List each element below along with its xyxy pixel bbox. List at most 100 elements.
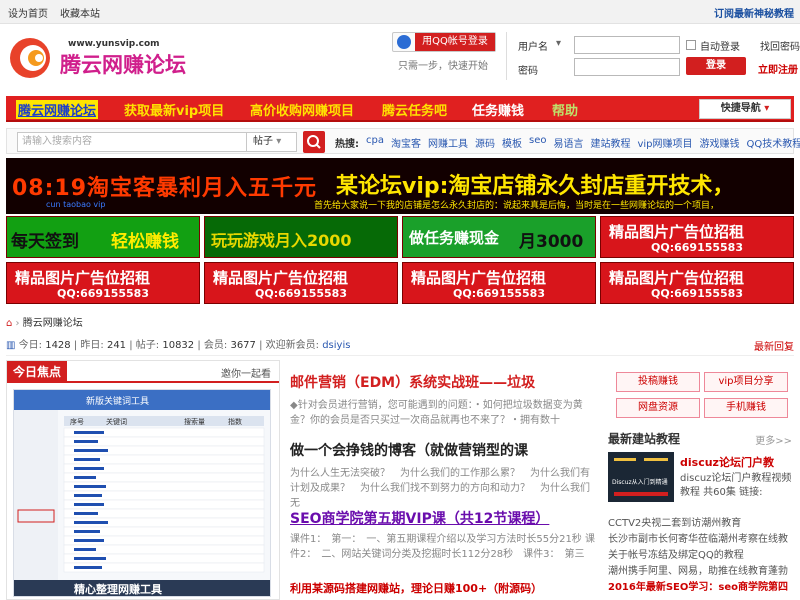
article-title[interactable]: 邮件营销（EDM）系统实战班——垃圾 [290,372,535,392]
find-password-link[interactable]: 找回密码 [760,38,800,53]
marquee-banner[interactable]: 08:19淘宝客暴利月入五千元 某论坛vip:淘宝店铺永久封店重开技术， cun… [6,158,794,214]
ad-recruit[interactable]: 精品图片广告位招租 QQ:669155583 [204,262,398,304]
nav-item-help[interactable]: 帮助 [552,100,578,119]
nav-item-home[interactable]: 腾云网赚论坛 [16,100,99,119]
svg-text:关键词: 关键词 [106,417,127,426]
mobile-earn-button[interactable]: 手机赚钱 [704,398,788,418]
breadcrumb-home[interactable]: 腾云网赚论坛 [23,318,83,329]
feature-desc: discuz论坛门户教程视频教程 共60集 链接: [680,473,792,498]
new-member-link[interactable]: dsiyis [322,340,350,351]
chevron-down-icon[interactable]: ▾ [556,38,561,49]
hot-search-item[interactable]: 模板 [502,135,522,150]
hot-search-item[interactable]: 淘宝客 [391,135,421,150]
search-scope-value: 帖子 [253,136,273,147]
nav-item-vip[interactable]: 获取最新vip项目 [124,100,224,119]
netdisk-button[interactable]: 网盘资源 [616,398,700,418]
login-button[interactable]: 登录 [686,57,746,75]
quick-nav-label: 快捷导航 [720,103,761,114]
hot-search-item[interactable]: QQ技术教程 [747,135,800,150]
software-screenshot-image: 新版关键词工具 序号 关键词 搜索量 指数 精心整理网赚工具 [14,390,270,596]
ad-recruit-qq: QQ:669155583 [453,287,545,300]
search-input[interactable]: 请输入搜索内容 [17,132,247,152]
article-desc: 为什么人生无法突破？ 为什么我们的工作那么累？ 为什么我们有计划及成果？ 为什么… [290,468,590,509]
logo-icon: www.yunsvip.com 腾云网赚论坛 [10,38,186,78]
breadcrumb: ⌂ › 腾云网赚论坛 [6,314,83,329]
tutorial-thumbnail[interactable]: Discuz从入门到精通 [608,452,674,502]
article-title[interactable]: 做一个会挣钱的博客（就做营销型的课 [290,440,528,460]
home-icon[interactable]: ⌂ [6,318,12,329]
ad-recruit[interactable]: 精品图片广告位招租 QQ:669155583 [6,262,200,304]
qq-login-tip: 只需一步，快速开始 [398,61,488,72]
latest-reply-link[interactable]: 最新回复 [754,338,794,353]
hot-search-item[interactable]: 网赚工具 [428,135,468,150]
quick-nav-dropdown[interactable]: 快捷导航 ▾ [699,99,791,119]
bookmark-link[interactable]: 收藏本站 [60,5,100,20]
nav-item-task-earn[interactable]: 任务赚钱 [472,100,524,119]
subscribe-link[interactable]: 订阅最新神秘教程 [714,5,794,20]
feature-title[interactable]: discuz论坛门户教 [680,456,796,470]
article-title[interactable]: 利用某源码搭建网赚站，理论日赚100+（附源码） [290,580,542,596]
auto-login-label: 自动登录 [700,42,740,53]
hot-search-item[interactable]: seo [529,135,546,150]
hot-search-item[interactable]: cpa [366,135,384,150]
svg-text:Discuz从入门到精通: Discuz从入门到精通 [612,478,668,486]
ad-recruit-title: 精品图片广告位招租 [213,269,349,287]
search-button[interactable] [303,131,325,153]
auto-login-checkbox[interactable] [686,40,696,50]
sidebar-more-link[interactable]: 更多>> [755,432,792,447]
svg-text:指数: 指数 [228,417,242,426]
search-scope-select[interactable]: 帖子 ▾ [247,132,297,152]
ad-task-text: 做任务赚现金 [409,229,500,247]
search-bar: 请输入搜索内容 帖子 ▾ 热搜: cpa 淘宝客 网赚工具 源码 模板 seo … [6,128,800,154]
focus-header: 今日焦点 邀你一起看 [7,361,279,383]
article-title[interactable]: SEO商学院第五期VIP课（共12节课程） [290,508,549,528]
ad-sign-in[interactable]: 每天签到 轻松赚钱 [6,216,200,258]
stat-members: 3677 [230,340,256,351]
contribute-button[interactable]: 投稿赚钱 [616,372,700,392]
ad-recruit-title: 精品图片广告位招租 [609,269,745,287]
divider [506,32,507,80]
hot-search-item[interactable]: vip网赚项目 [637,135,692,150]
focus-screenshot[interactable]: 新版关键词工具 序号 关键词 搜索量 指数 精心整理网赚工具 [13,389,271,597]
svg-text:新版关键词工具: 新版关键词工具 [86,395,149,407]
hot-search-item[interactable]: 游戏赚钱 [700,135,740,150]
vip-share-button[interactable]: vip项目分享 [704,372,788,392]
list-item[interactable]: 2016年最新SEO学习：seo商学院第四 [608,580,796,595]
banner-line-1: 08:19淘宝客暴利月入五千元 [12,176,318,201]
site-logo[interactable]: www.yunsvip.com 腾云网赚论坛 [8,30,204,86]
ad-sign-text-2: 轻松赚钱 [111,232,179,252]
username-label: 用户名 [518,42,548,53]
hot-search-item[interactable]: 源码 [475,135,495,150]
article-list: 邮件营销（EDM）系统实战班——垃圾 ◆针对会员进行营销，您可能遇到的问题：・如… [288,360,600,600]
hot-search-item[interactable]: 易语言 [553,135,583,150]
qq-login-button[interactable]: 用QQ帐号登录 [392,32,496,52]
stat-yesterday-label: 昨日: [80,340,104,351]
ad-recruit[interactable]: 精品图片广告位招租 QQ:669155583 [600,262,794,304]
hot-search-item[interactable]: 建站教程 [590,135,630,150]
logo-title: 腾云网赚论坛 [60,53,186,77]
ad-play-game[interactable]: 玩玩游戏月入2000 [204,216,398,258]
focus-tab[interactable]: 今日焦点 [7,361,68,383]
svg-text:搜索量: 搜索量 [184,417,205,426]
list-item[interactable]: 潮州携手阿里、网易，助推在线教育蓬勃 [608,564,796,579]
ad-recruit[interactable]: 精品图片广告位招租 QQ:669155583 [402,262,596,304]
nav-item-buy[interactable]: 高价收购网赚项目 [250,100,354,119]
article-desc: 课件1： 第一： 一、第五期课程介绍以及学习方法时长55分21秒 课件2： 二、… [290,534,595,560]
ad-recruit[interactable]: 精品图片广告位招租 QQ:669155583 [600,216,794,258]
ad-task[interactable]: 做任务赚现金 月3000 [402,216,596,258]
set-home-link[interactable]: 设为首页 [8,5,48,20]
register-link[interactable]: 立即注册 [758,61,798,76]
list-item[interactable]: 关于帐号冻结及绑定QQ的教程 [608,548,796,563]
chevron-down-icon: ▾ [276,136,282,147]
sidebar-title: 最新建站教程 [608,432,681,446]
stat-posts: 10832 [162,340,195,351]
nav-item-task-bar[interactable]: 腾云任务吧 [382,100,447,119]
search-icon [307,135,321,149]
password-field[interactable] [574,58,680,76]
list-item[interactable]: CCTV2央视二套到访潮州教育 [608,516,796,531]
hot-search-label: 热搜: [335,139,359,150]
header: www.yunsvip.com 腾云网赚论坛 用QQ帐号登录 只需一步，快速开始… [0,24,800,90]
username-field[interactable] [574,36,680,54]
list-item[interactable]: 长沙市副市长何寄华莅临潮州考察在线教 [608,532,796,547]
focus-more-link[interactable]: 邀你一起看 [221,365,271,380]
